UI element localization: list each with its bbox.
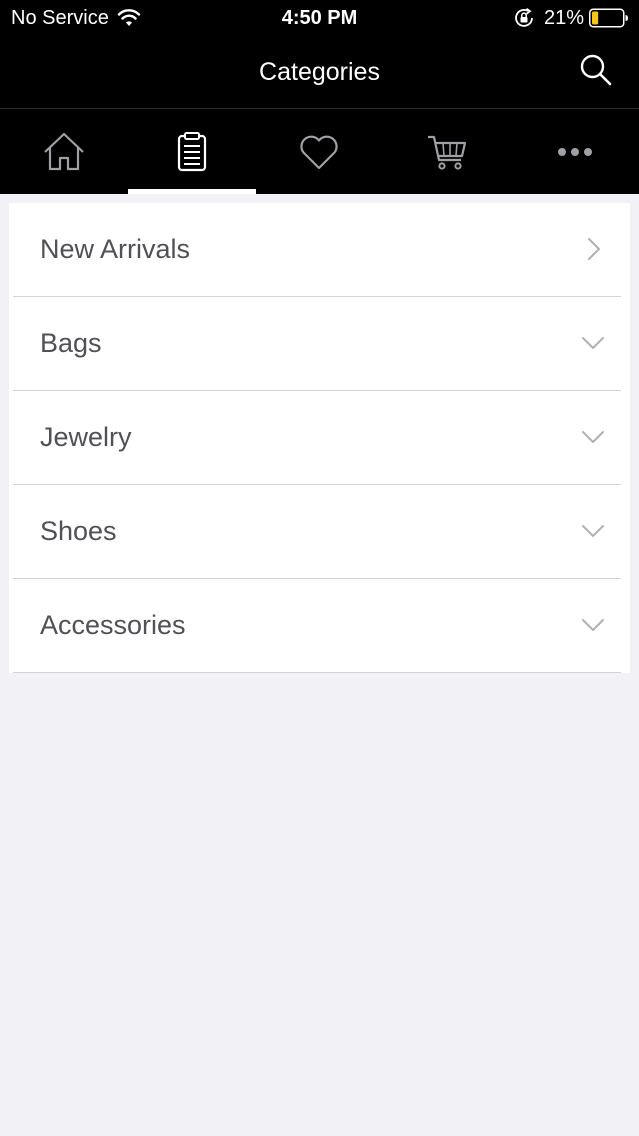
tab-home[interactable] <box>0 109 128 194</box>
more-dots-icon <box>558 147 593 156</box>
category-item-accessories[interactable]: Accessories <box>13 579 621 673</box>
cart-icon <box>428 135 467 170</box>
battery-percent: 21% <box>543 7 584 29</box>
category-item-shoes[interactable]: Shoes <box>13 485 621 579</box>
tab-more[interactable] <box>511 109 639 194</box>
tab-bar <box>0 109 639 194</box>
status-bar: No Service 4:50 PM 21% <box>0 0 639 38</box>
category-item-jewelry[interactable]: Jewelry <box>13 391 621 485</box>
rotation-lock-icon <box>515 8 533 27</box>
tab-wishlist[interactable] <box>256 109 384 194</box>
chevron-down-icon <box>582 431 604 443</box>
chevron-right-icon <box>588 238 600 260</box>
search-icon[interactable] <box>579 53 613 87</box>
category-label: Jewelry <box>40 422 132 452</box>
app-header: No Service 4:50 PM 21% Categories <box>0 0 639 194</box>
category-label: Bags <box>40 328 102 358</box>
heart-icon <box>300 135 339 169</box>
title-bar: Categories <box>0 38 639 108</box>
tab-categories[interactable] <box>127 109 256 194</box>
category-list: New Arrivals Bags Jewelry Shoes Accessor… <box>9 203 630 673</box>
category-item-new-arrivals[interactable]: New Arrivals <box>13 203 621 297</box>
chevron-down-icon <box>582 619 604 631</box>
chevron-down-icon <box>582 525 604 537</box>
tab-cart[interactable] <box>383 109 511 194</box>
battery-icon <box>589 8 628 28</box>
status-right: 21% <box>513 6 629 30</box>
home-icon <box>44 132 84 170</box>
clipboard-list-icon <box>177 131 206 171</box>
category-label: Shoes <box>40 516 117 546</box>
category-label: New Arrivals <box>40 234 191 264</box>
chevron-down-icon <box>582 337 604 349</box>
category-label: Accessories <box>40 610 186 640</box>
page-title: Categories <box>259 58 380 86</box>
category-item-bags[interactable]: Bags <box>13 297 621 391</box>
